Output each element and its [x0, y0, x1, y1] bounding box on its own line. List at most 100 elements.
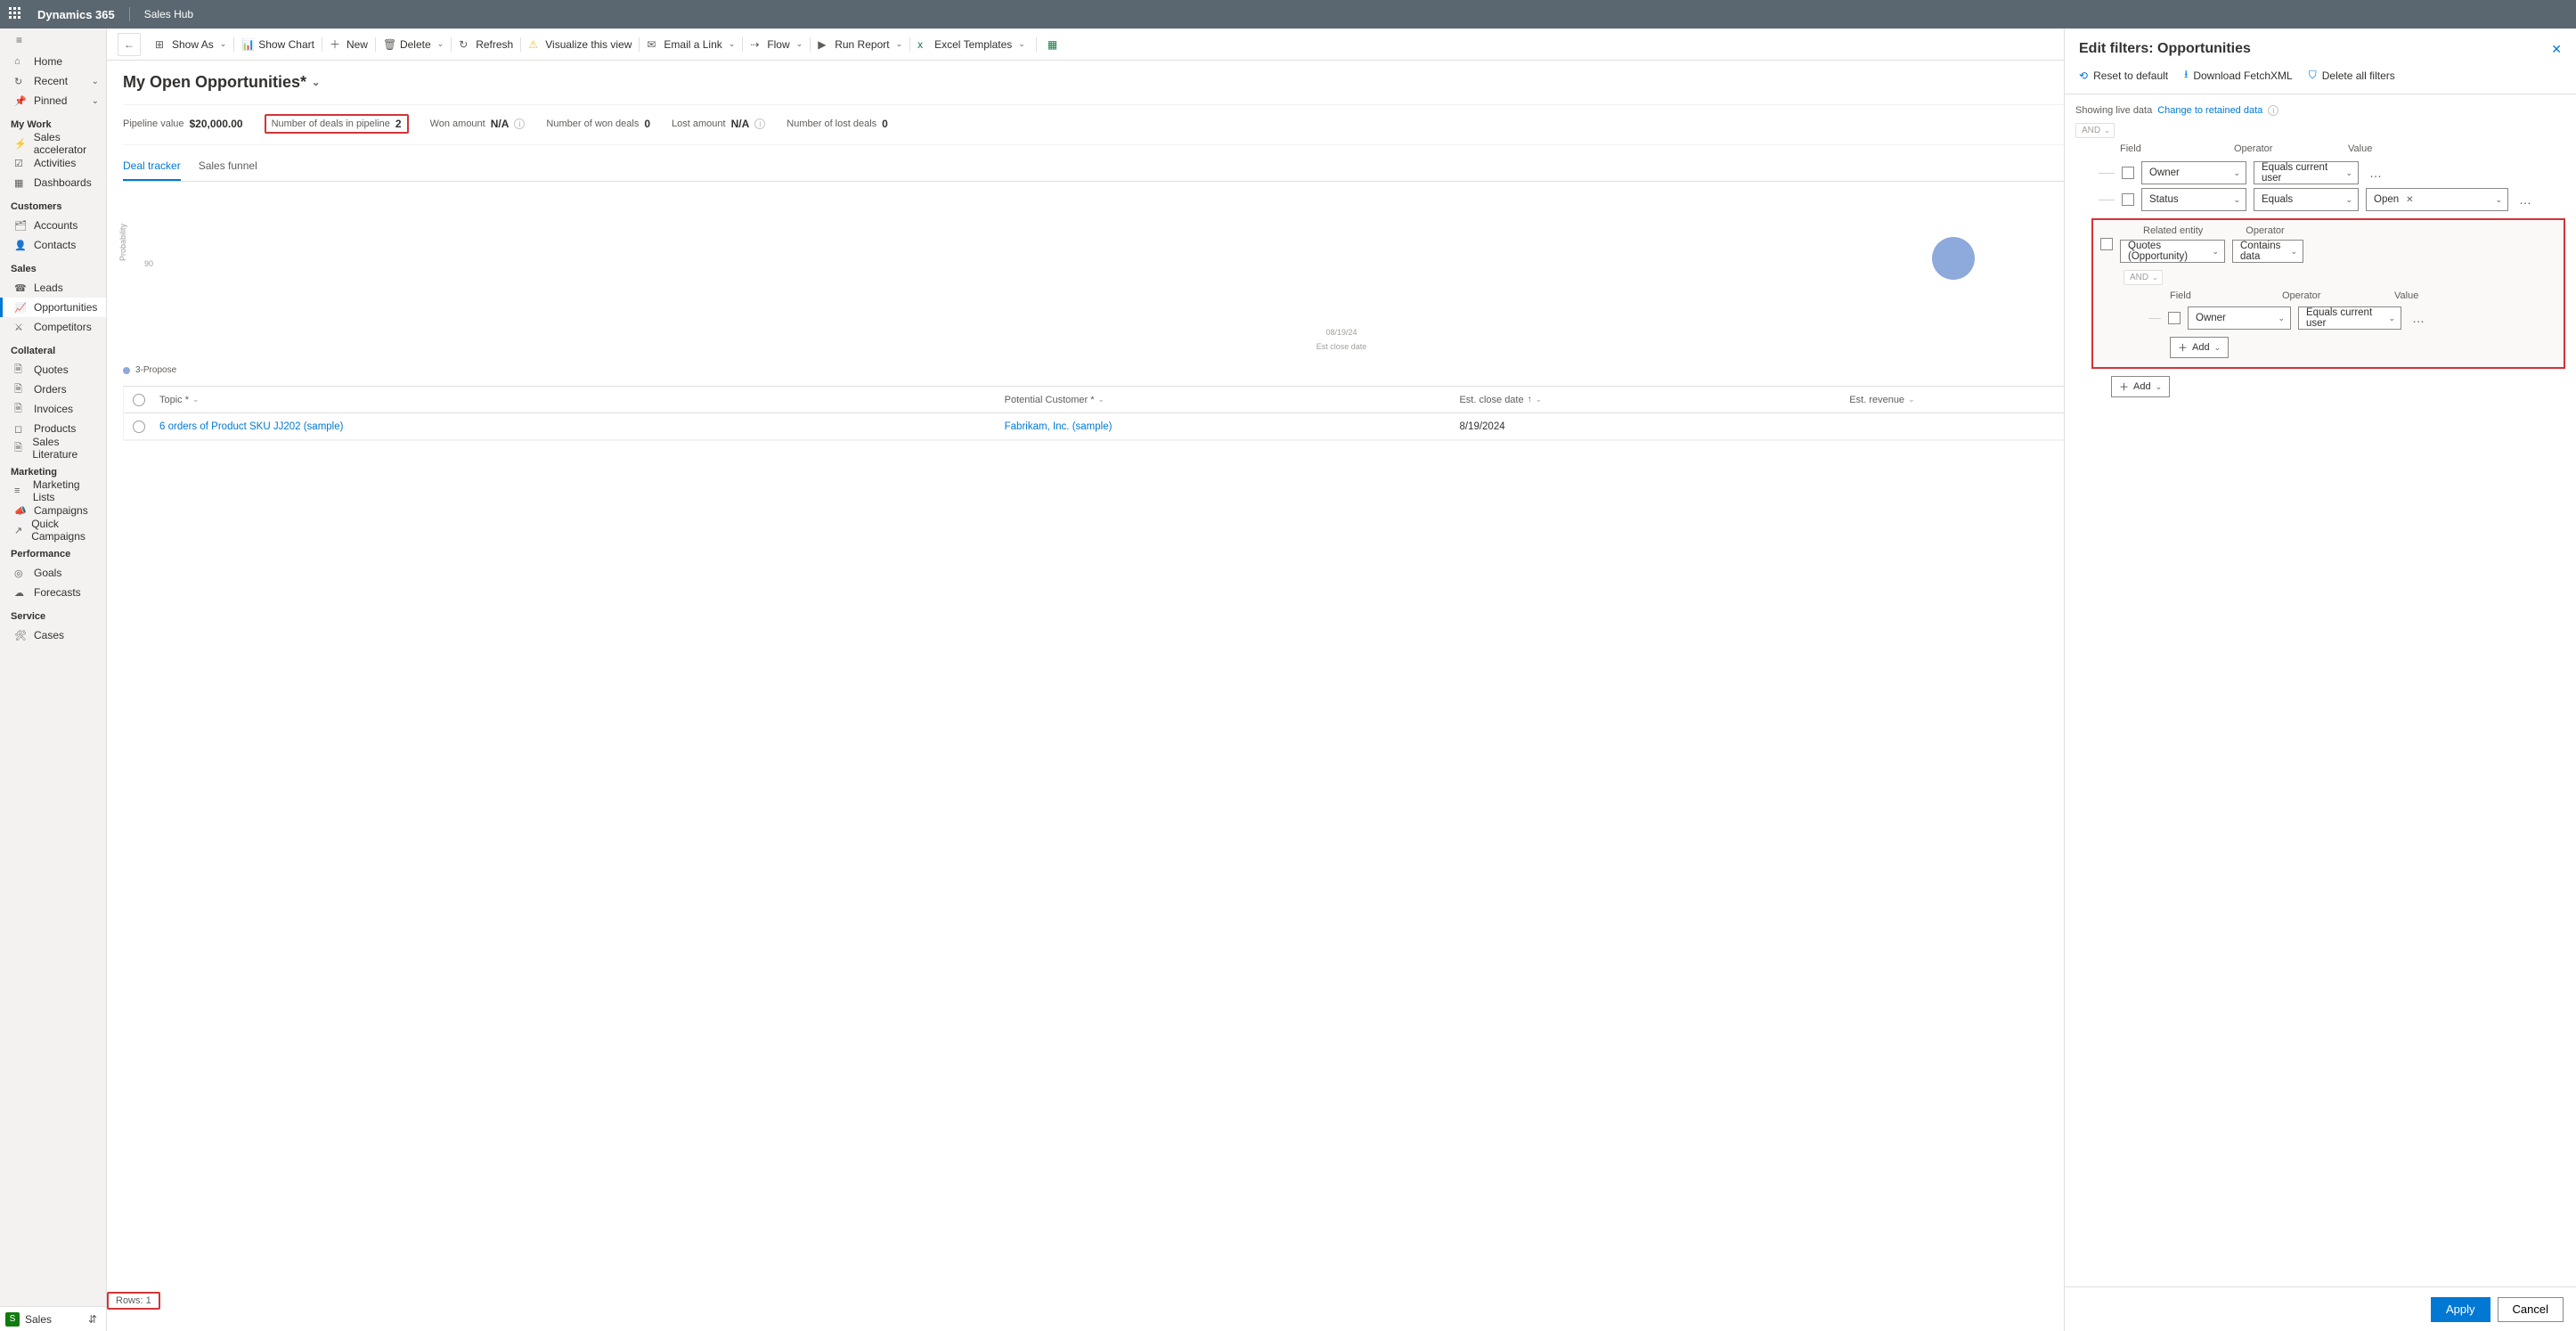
retained-link[interactable]: Change to retained data: [2157, 105, 2262, 116]
condition-checkbox[interactable]: [2168, 312, 2181, 324]
col-topic[interactable]: Topic *⌄: [154, 395, 999, 405]
operator-select[interactable]: Equals⌄: [2254, 188, 2359, 211]
row-checkbox[interactable]: [133, 421, 145, 433]
area-label: Sales: [25, 1313, 52, 1326]
nav-icon: ≡: [14, 486, 26, 496]
tab[interactable]: Deal tracker: [123, 152, 181, 181]
sidebar-item[interactable]: ◎Goals: [0, 563, 106, 583]
app-header: Dynamics 365 Sales Hub: [0, 0, 2576, 29]
sidebar-item[interactable]: 🗂Accounts: [0, 216, 106, 235]
sidebar-section-header: Performance: [0, 540, 106, 563]
sidebar-item[interactable]: ⚔Competitors: [0, 317, 106, 337]
sidebar-item[interactable]: ☑Activities: [0, 153, 106, 173]
chevron-down-icon: ⌄: [729, 39, 736, 49]
value-select[interactable]: Open✕⌄: [2366, 188, 2508, 211]
chevron-down-icon: ⌄: [796, 39, 803, 49]
info-icon[interactable]: i: [514, 118, 525, 129]
app-launcher-icon[interactable]: [9, 7, 23, 21]
sidebar-item[interactable]: 🗎Quotes: [0, 360, 106, 380]
run-report[interactable]: ▶Run Report⌄: [812, 32, 908, 57]
operator-select[interactable]: Equals current user⌄: [2298, 306, 2401, 330]
cell-topic[interactable]: 6 orders of Product SKU JJ202 (sample): [154, 421, 999, 432]
sidebar-item[interactable]: 📌Pinned⌄: [0, 91, 106, 110]
area-badge: S: [5, 1312, 20, 1327]
refresh[interactable]: ↻Refresh: [453, 32, 518, 57]
sidebar-item[interactable]: 📈Opportunities: [0, 298, 106, 317]
select-all-checkbox[interactable]: [133, 394, 145, 406]
sidebar-item[interactable]: 🗎Orders: [0, 380, 106, 399]
nav-icon: 📌: [14, 95, 27, 107]
download-fetchxml[interactable]: ⭳Download FetchXML: [2184, 66, 2293, 85]
sidebar-item[interactable]: 🗎Sales Literature: [0, 438, 106, 458]
nav-icon: ⌂: [14, 56, 27, 67]
sidebar-section-header: Collateral: [0, 337, 106, 360]
tab[interactable]: Sales funnel: [199, 152, 257, 181]
info-icon[interactable]: i: [754, 118, 765, 129]
col-close-date[interactable]: Est. close date↑⌄: [1454, 395, 1844, 405]
nav-icon: 🛠: [14, 630, 27, 641]
group-and-chip[interactable]: AND⌄: [2075, 123, 2115, 138]
new[interactable]: ＋New: [324, 32, 373, 57]
row-more-icon[interactable]: …: [2409, 311, 2429, 325]
sidebar-item[interactable]: ⚡Sales accelerator: [0, 134, 106, 153]
inner-and-chip[interactable]: AND⌄: [2124, 270, 2163, 285]
related-operator-select[interactable]: Contains data⌄: [2232, 240, 2303, 263]
header-operator: Operator: [2234, 143, 2339, 154]
delete[interactable]: 🗑Delete⌄: [378, 32, 449, 57]
apply-button[interactable]: Apply: [2431, 1297, 2490, 1322]
cell-customer[interactable]: Fabrikam, Inc. (sample): [999, 421, 1455, 432]
chart-bubble[interactable]: [1932, 237, 1975, 280]
sidebar-item[interactable]: ↻Recent⌄: [0, 71, 106, 91]
sidebar-item[interactable]: ⌂Home: [0, 52, 106, 71]
sidebar-item[interactable]: 👤Contacts: [0, 235, 106, 255]
field-select[interactable]: Owner⌄: [2141, 161, 2246, 184]
back-button[interactable]: ←: [118, 33, 141, 56]
sidebar-item[interactable]: ≡Marketing Lists: [0, 481, 106, 501]
menu-toggle-icon[interactable]: ≡: [0, 29, 106, 52]
delete-all-filters[interactable]: ⛉Delete all filters: [2309, 66, 2395, 85]
sidebar-item[interactable]: 🗎Invoices: [0, 399, 106, 419]
cancel-button[interactable]: Cancel: [2498, 1297, 2564, 1322]
col-customer[interactable]: Potential Customer *⌄: [999, 395, 1455, 405]
sidebar-item[interactable]: ↗Quick Campaigns: [0, 520, 106, 540]
app-name: Sales Hub: [144, 8, 193, 20]
chevron-down-icon: ⌄: [437, 39, 444, 49]
row-more-icon[interactable]: …: [2515, 192, 2536, 207]
field-select[interactable]: Status⌄: [2141, 188, 2246, 211]
area-switcher[interactable]: S Sales ⇵: [0, 1306, 106, 1331]
updown-icon: ⇵: [88, 1313, 101, 1326]
sidebar-item[interactable]: ▦Dashboards: [0, 173, 106, 192]
add-condition-button[interactable]: ＋Add⌄: [2111, 376, 2170, 397]
add-inner-button[interactable]: ＋Add⌄: [2170, 337, 2229, 358]
row-more-icon[interactable]: …: [2366, 166, 2386, 180]
live-text: Showing live data: [2075, 105, 2152, 116]
excel-icon: ▦: [1048, 38, 1060, 51]
info-icon[interactable]: i: [2268, 105, 2278, 116]
email-link[interactable]: ✉Email a Link⌄: [641, 32, 740, 57]
metric: Lost amount N/A i: [672, 118, 765, 130]
visualize[interactable]: ⚠Visualize this view: [523, 32, 637, 57]
delete-icon: 🗑: [383, 38, 395, 51]
nav-icon: ☁: [14, 587, 27, 599]
divider: [129, 7, 130, 21]
sidebar-item[interactable]: ☁Forecasts: [0, 583, 106, 602]
sidebar-item[interactable]: 🛠Cases: [0, 625, 106, 645]
nav-icon: 📈: [14, 302, 27, 314]
excel-templates[interactable]: xExcel Templates⌄: [912, 32, 1031, 57]
condition-checkbox[interactable]: [2122, 167, 2134, 179]
flow[interactable]: ⇢Flow⌄: [745, 32, 808, 57]
show-chart[interactable]: 📊Show Chart: [236, 32, 320, 57]
field-select[interactable]: Owner⌄: [2188, 306, 2291, 330]
show-as[interactable]: ⊞Show As⌄: [150, 32, 232, 57]
close-icon[interactable]: ✕: [2551, 42, 2562, 57]
chart-y-tick: 90: [144, 259, 153, 268]
remove-tag-icon[interactable]: ✕: [2406, 195, 2413, 205]
condition-checkbox[interactable]: [2122, 193, 2134, 206]
reset-default[interactable]: ⟲Reset to default: [2079, 66, 2168, 85]
group-checkbox[interactable]: [2100, 238, 2113, 250]
related-entity-select[interactable]: Quotes (Opportunity)⌄: [2120, 240, 2225, 263]
sidebar-item[interactable]: ☎Leads: [0, 278, 106, 298]
chevron-down-icon: ⌄: [220, 39, 227, 49]
export-excel[interactable]: ▦: [1042, 32, 1065, 57]
operator-select[interactable]: Equals current user⌄: [2254, 161, 2359, 184]
